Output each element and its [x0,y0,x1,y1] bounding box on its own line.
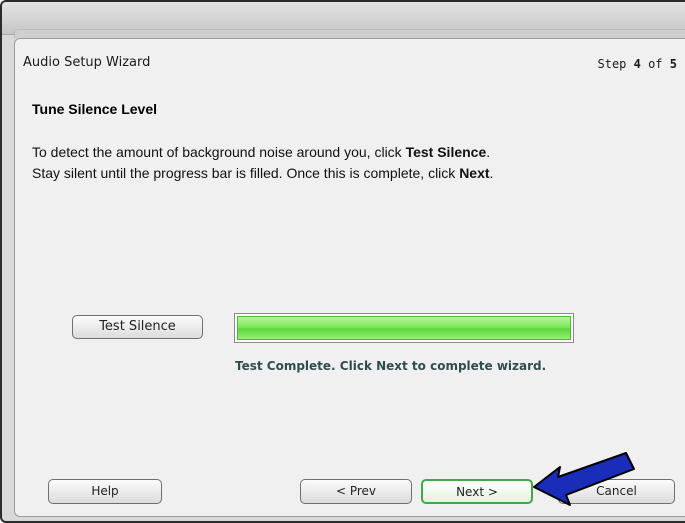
cancel-button[interactable]: Cancel [558,479,675,504]
step-indicator: Step 4 of 5 [598,57,678,71]
instruction-line-1-bold: Test Silence [405,144,487,160]
test-silence-button[interactable]: Test Silence [72,315,203,339]
instruction-line-2: Stay silent until the progress bar is fi… [32,163,652,184]
step-current: 4 [633,57,641,71]
titlebar-strip [14,29,685,38]
instruction-line-1-end: . [486,144,491,160]
next-button[interactable]: Next > [421,479,533,504]
progress-fill [237,316,571,340]
instruction-line-2-bold: Next [459,165,490,181]
step-total: 5 [669,57,677,71]
instruction-line-1-text: To detect the amount of background noise… [32,144,406,160]
test-status-text: Test Complete. Click Next to complete wi… [235,359,547,373]
instruction-line-2-text: Stay silent until the progress bar is fi… [32,165,460,181]
wizard-title: Audio Setup Wizard [23,55,151,70]
audio-setup-dialog: Audio Setup Wizard Step 4 of 5 Tune Sile… [14,38,685,517]
prev-button[interactable]: < Prev [300,479,412,504]
help-button[interactable]: Help [48,479,162,504]
instructions: To detect the amount of background noise… [32,142,652,184]
silence-progress-bar [234,313,574,343]
instruction-line-1: To detect the amount of background noise… [32,142,652,163]
instruction-line-2-end: . [489,165,494,181]
step-prefix: Step [597,57,634,71]
app-window: Audio Setup Wizard Step 4 of 5 Tune Sile… [0,0,685,523]
step-of: of [640,57,670,71]
section-title: Tune Silence Level [32,101,158,117]
